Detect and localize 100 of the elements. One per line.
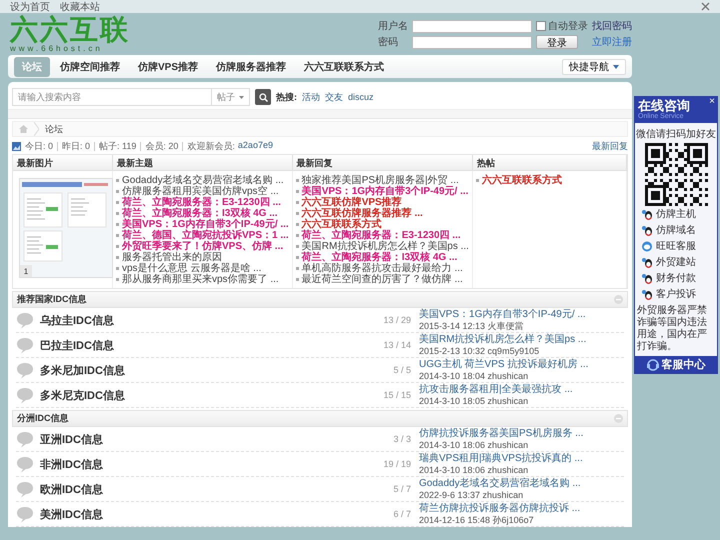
- speech-bubble-icon: [16, 336, 34, 354]
- bullet-icon: [116, 278, 119, 281]
- forum-name[interactable]: 巴拉圭IDC信息: [40, 338, 361, 352]
- topic-link[interactable]: 六六互联仿牌服务器推荐 ...: [302, 208, 423, 219]
- last-post-meta: 2022-9-6 13:37 zhushican: [419, 490, 524, 500]
- search-field[interactable]: 请输入搜索内容 帖子: [12, 88, 250, 106]
- collapse-icon[interactable]: [614, 414, 623, 423]
- last-post-link[interactable]: 美国VPS：1G内存自带3个IP-49元/ ...: [419, 308, 624, 320]
- hot-search-link[interactable]: discuz: [348, 92, 374, 102]
- topic-link[interactable]: vps是什么意思 云服务器是啥 ...: [122, 263, 262, 274]
- last-post-link[interactable]: 瑞典VPS租用|瑞典VPS抗投诉真的 ...: [419, 452, 624, 464]
- collapse-icon[interactable]: [614, 295, 623, 304]
- quick-nav-button[interactable]: 快捷导航: [562, 58, 626, 74]
- forum-name[interactable]: 多米尼加IDC信息: [40, 362, 361, 378]
- forum-name[interactable]: 亚洲IDC信息: [40, 432, 361, 446]
- search-button[interactable]: [255, 89, 271, 105]
- scope-dropdown[interactable]: 帖子: [211, 89, 249, 105]
- last-post-link[interactable]: 荷兰仿牌抗投诉服务器仿牌抗投诉 ...: [419, 502, 624, 514]
- topic-link[interactable]: 美国RM抗投诉机房怎么样？美国ps ...: [302, 241, 469, 252]
- topic-link[interactable]: 最近荷兰空间查的厉害了？做仿牌 ...: [302, 274, 463, 285]
- topic-link[interactable]: 那从服务商那里买来vps你需要了 ...: [122, 274, 279, 285]
- topic-link[interactable]: 服务器托管出来的原因: [122, 252, 222, 263]
- username-field[interactable]: [412, 20, 532, 32]
- top-link[interactable]: 设为首页: [10, 0, 50, 14]
- last-post-link[interactable]: 美国RM抗投诉机房怎么样？美国ps ...: [419, 334, 624, 346]
- checkbox-label: 自动登录: [548, 20, 588, 33]
- last-post-link[interactable]: UGG主机 荷兰VPS 抗投诉最好机房 ...: [419, 358, 624, 370]
- bullet-icon: [296, 267, 299, 270]
- last-post-meta: 2014-3-10 18:05 zhushican: [419, 396, 530, 406]
- contact-link[interactable]: 仿牌主机: [656, 207, 696, 221]
- top-link[interactable]: 收藏本站: [60, 0, 100, 14]
- chat-face-icon: [641, 240, 653, 252]
- hot-search-link[interactable]: 活动: [302, 90, 320, 104]
- caret-icon: [239, 96, 244, 98]
- nav-tab[interactable]: 六六互联联系方式: [296, 56, 392, 76]
- nav-tab[interactable]: 仿牌服务器推荐: [208, 56, 294, 76]
- bullet-icon: [116, 245, 119, 248]
- bullet-icon: [296, 201, 299, 204]
- topic-link[interactable]: 六六互联联系方式: [302, 219, 382, 230]
- speech-bubble-icon: [16, 362, 34, 378]
- field-label: 密码: [378, 36, 399, 49]
- widget-footer[interactable]: 客服中心: [635, 356, 717, 373]
- last-post-link[interactable]: 仿牌抗投诉服务器美国PS机房服务 ...: [419, 428, 624, 440]
- topic-link[interactable]: 美国VPS：1G内存自带3个IP-49元/ ...: [122, 219, 289, 230]
- bullet-icon: [476, 179, 479, 182]
- contact-link[interactable]: 外贸建站: [656, 255, 696, 269]
- thread-post-count: 15 / 15: [382, 390, 411, 400]
- bullet-icon: [116, 223, 119, 226]
- forum-name[interactable]: 乌拉圭IDC信息: [40, 312, 361, 328]
- nav-tab[interactable]: 仿牌空间推荐: [52, 56, 128, 76]
- nav-tab[interactable]: 仿牌VPS推荐: [130, 56, 206, 76]
- topic-link[interactable]: 荷兰、立陶宛服务器：I3双核 4G ...: [302, 252, 458, 263]
- checkbox[interactable]: [536, 21, 546, 31]
- login-button[interactable]: 登录: [536, 35, 578, 49]
- last-post-meta: 2014-3-10 18:04 zhushican: [419, 370, 530, 382]
- close-button[interactable]: ×: [709, 97, 715, 107]
- topic-link[interactable]: 六六互联联系方式: [482, 175, 562, 186]
- contact-link[interactable]: 仿牌域名: [656, 223, 696, 237]
- home-icon[interactable]: [19, 125, 28, 133]
- speech-bubble-icon: [16, 480, 34, 498]
- field-label: 用户名: [378, 20, 408, 33]
- topic-link[interactable]: 荷兰、立陶宛服务器：E3-1230四 ...: [302, 230, 461, 241]
- member-link[interactable]: a2ao7e9: [238, 140, 273, 152]
- password-field[interactable]: [412, 36, 532, 48]
- penguin-icon: [641, 272, 653, 284]
- forum-name[interactable]: 非洲IDC信息: [40, 456, 361, 472]
- last-post-link[interactable]: Godaddy老域名交易营宿老域名购 ...: [419, 478, 624, 490]
- bullet-icon: [296, 190, 299, 193]
- latest-replies-link[interactable]: 最新回复: [592, 140, 628, 152]
- forum-name[interactable]: 多米尼克IDC信息: [40, 388, 361, 402]
- thread-post-count: 6 / 7: [392, 509, 411, 519]
- topic-link[interactable]: 六六互联仿牌VPS推荐: [302, 197, 402, 208]
- contact-link[interactable]: 财务付款: [656, 271, 696, 285]
- forum-name[interactable]: 欧洲IDC信息: [40, 482, 361, 496]
- contact-link[interactable]: 客户投诉: [656, 287, 696, 301]
- topic-link[interactable]: 独家推荐美国PS机房服务器|外贸 ...: [302, 175, 459, 186]
- topic-link[interactable]: 仿牌服务器租用宾美国仿牌vps空 ...: [122, 186, 279, 197]
- topic-link[interactable]: 外贸旺季要来了！仿牌VPS、仿牌 ...: [122, 241, 284, 252]
- last-post-link[interactable]: 抗攻击服务器租用|全美最强抗攻 ...: [419, 384, 624, 396]
- topic-link[interactable]: 荷兰、德国、立陶宛抗投诉VPS：1 ...: [122, 230, 289, 241]
- breadcrumb-link[interactable]: 论坛: [45, 122, 63, 136]
- last-post-meta: 2015-2-13 10:32 cq9m5y9105: [419, 346, 540, 356]
- hot-search-link[interactable]: 交友: [325, 90, 343, 104]
- contact-link[interactable]: 旺旺客服: [656, 239, 696, 253]
- stat-text: 会员: 20: [141, 142, 184, 150]
- topic-link[interactable]: 美国VPS：1G内存自带3个IP-49元/ ...: [302, 186, 468, 197]
- speech-bubble-icon: [16, 430, 34, 448]
- forum-name[interactable]: 美洲IDC信息: [40, 506, 361, 522]
- forgot-password-link[interactable]: 找回密码: [592, 19, 632, 33]
- slide-number[interactable]: 1: [20, 265, 32, 277]
- topic-link[interactable]: Godaddy老域名交易营宿老域名购 ...: [122, 175, 284, 186]
- image-placeholder[interactable]: 1: [19, 178, 113, 278]
- close-icon[interactable]: [701, 2, 710, 11]
- topic-link[interactable]: 荷兰、立陶宛服务器：E3-1230四 ...: [122, 197, 281, 208]
- search-icon: [258, 92, 268, 102]
- topic-link[interactable]: 单机高防服务器抗攻击最好最给力 ...: [302, 263, 463, 274]
- bullet-icon: [116, 179, 119, 182]
- speech-bubble-icon: [16, 456, 34, 472]
- topic-link[interactable]: 荷兰、立陶宛服务器：I3双核 4G ...: [122, 208, 278, 219]
- last-post-meta: 2014-12-16 15:48 孙6j106o7: [419, 514, 535, 526]
